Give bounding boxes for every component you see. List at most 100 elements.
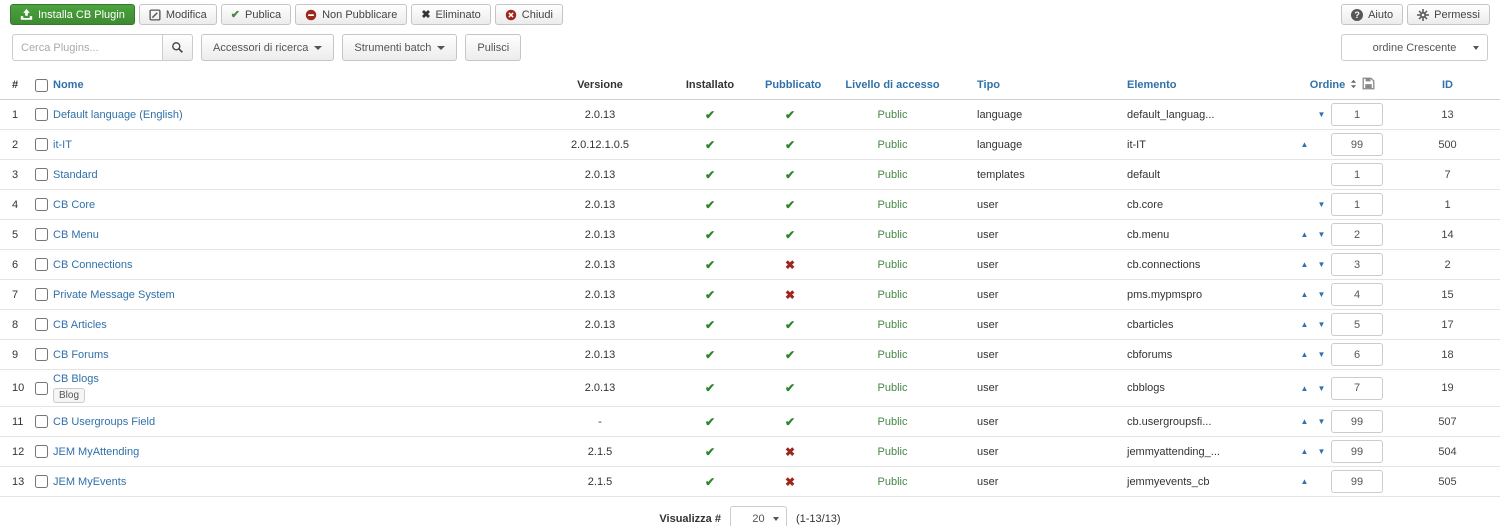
row-checkbox[interactable] [35, 381, 48, 395]
row-checkbox[interactable] [35, 318, 48, 331]
move-up-icon[interactable]: ▲ [1297, 417, 1312, 426]
published-state-icon[interactable]: ✔ [785, 168, 795, 182]
type-cell: user [965, 369, 1115, 407]
move-down-icon[interactable]: ▼ [1314, 260, 1329, 269]
order-input[interactable] [1331, 253, 1383, 276]
move-up-icon[interactable]: ▲ [1297, 350, 1312, 359]
row-checkbox-cell [30, 129, 48, 160]
trash-button[interactable]: ✖ Eliminato [411, 4, 491, 25]
published-state-icon[interactable]: ✖ [785, 258, 795, 272]
plugin-name-link[interactable]: Default language (English) [53, 109, 183, 121]
move-down-icon[interactable]: ▼ [1314, 350, 1329, 359]
plugin-name-link[interactable]: CB Forums [53, 349, 109, 361]
plugin-name-link[interactable]: JEM MyAttending [53, 446, 139, 458]
row-checkbox[interactable] [35, 475, 48, 488]
move-up-icon[interactable]: ▲ [1297, 260, 1312, 269]
permissions-button[interactable]: Permessi [1407, 4, 1490, 25]
move-up-icon[interactable]: ▲ [1297, 384, 1312, 393]
published-cell: ✔ [760, 219, 820, 250]
row-checkbox[interactable] [35, 138, 48, 151]
move-up-icon[interactable]: ▲ [1297, 477, 1312, 486]
published-state-icon[interactable]: ✔ [785, 228, 795, 242]
order-input[interactable] [1331, 376, 1383, 400]
order-input[interactable] [1331, 163, 1383, 186]
plugin-name-link[interactable]: CB Connections [53, 259, 133, 271]
move-up-icon[interactable]: ▲ [1297, 140, 1312, 149]
order-cell: ▲ ▼ [1290, 159, 1395, 190]
row-checkbox[interactable] [35, 445, 48, 458]
published-state-icon[interactable]: ✔ [785, 198, 795, 212]
published-state-icon[interactable]: ✔ [785, 138, 795, 152]
move-down-icon[interactable]: ▼ [1314, 290, 1329, 299]
order-input[interactable] [1331, 133, 1383, 156]
published-state-icon[interactable]: ✔ [785, 381, 795, 395]
search-input[interactable] [12, 34, 162, 61]
batch-tools-button[interactable]: Strumenti batch [342, 34, 458, 61]
search-button[interactable] [162, 34, 193, 61]
publish-button[interactable]: ✔ Publica [220, 4, 292, 25]
published-state-icon[interactable]: ✖ [785, 445, 795, 459]
search-tools-button[interactable]: Accessori di ricerca [201, 34, 335, 61]
move-up-icon[interactable]: ▲ [1297, 290, 1312, 299]
order-input[interactable] [1331, 440, 1383, 463]
select-all-checkbox[interactable] [35, 78, 48, 92]
close-button[interactable]: Chiudi [494, 4, 563, 25]
unpublish-button[interactable]: Non Pubblicare [295, 4, 408, 25]
plugin-name-link[interactable]: JEM MyEvents [53, 476, 126, 488]
save-order-icon[interactable] [1362, 77, 1375, 93]
help-button[interactable]: ? Aiuto [1341, 4, 1404, 25]
move-up-icon[interactable]: ▲ [1297, 230, 1312, 239]
move-down-icon[interactable]: ▼ [1314, 320, 1329, 329]
move-up-icon[interactable]: ▲ [1297, 447, 1312, 456]
published-state-icon[interactable]: ✔ [785, 108, 795, 122]
plugin-badge[interactable]: Blog [53, 388, 86, 403]
plugin-name-link[interactable]: Private Message System [53, 289, 175, 301]
installed-cell: ✔ [660, 339, 760, 370]
move-down-icon[interactable]: ▼ [1314, 230, 1329, 239]
move-down-icon[interactable]: ▼ [1314, 384, 1329, 393]
clear-button[interactable]: Pulisci [465, 34, 522, 61]
row-checkbox[interactable] [35, 288, 48, 301]
move-down-icon[interactable]: ▼ [1314, 417, 1329, 426]
row-checkbox[interactable] [35, 108, 48, 121]
plugin-name-link[interactable]: CB Articles [53, 319, 107, 331]
plugin-name-link[interactable]: CB Blogs [53, 373, 99, 385]
row-checkbox[interactable] [35, 168, 48, 181]
id-cell: 19 [1395, 369, 1500, 407]
order-input[interactable] [1331, 223, 1383, 246]
order-input[interactable] [1331, 193, 1383, 216]
published-state-icon[interactable]: ✔ [785, 318, 795, 332]
order-input[interactable] [1331, 343, 1383, 366]
plugin-name-link[interactable]: CB Menu [53, 229, 99, 241]
access-cell: Public [820, 436, 965, 467]
row-checkbox[interactable] [35, 348, 48, 361]
plugin-name-link[interactable]: it-IT [53, 139, 72, 151]
order-input[interactable] [1331, 470, 1383, 493]
published-state-icon[interactable]: ✔ [785, 348, 795, 362]
move-up-icon[interactable]: ▲ [1297, 320, 1312, 329]
row-checkbox[interactable] [35, 258, 48, 271]
order-input[interactable] [1331, 410, 1383, 433]
published-state-icon[interactable]: ✖ [785, 288, 795, 302]
order-input[interactable] [1331, 103, 1383, 126]
move-down-icon[interactable]: ▼ [1314, 200, 1329, 209]
move-down-icon[interactable]: ▼ [1314, 110, 1329, 119]
published-state-icon[interactable]: ✖ [785, 475, 795, 489]
move-down-icon[interactable]: ▼ [1314, 447, 1329, 456]
edit-button[interactable]: Modifica [138, 4, 217, 25]
published-state-icon[interactable]: ✔ [785, 415, 795, 429]
row-checkbox[interactable] [35, 415, 48, 428]
order-direction-select[interactable]: ordine Crescente [1341, 34, 1488, 61]
row-checkbox[interactable] [35, 228, 48, 241]
plugin-name-link[interactable]: CB Usergroups Field [53, 416, 155, 428]
top-toolbar: Installa CB Plugin Modifica ✔ Publica No… [0, 0, 1500, 25]
install-cb-plugin-button[interactable]: Installa CB Plugin [10, 4, 135, 25]
plugin-name-link[interactable]: CB Core [53, 199, 95, 211]
order-input[interactable] [1331, 313, 1383, 336]
order-input[interactable] [1331, 283, 1383, 306]
page-size-select[interactable]: 20 [729, 506, 787, 526]
installed-cell: ✔ [660, 189, 760, 220]
sort-icon[interactable] [1349, 78, 1358, 93]
row-checkbox[interactable] [35, 198, 48, 211]
plugin-name-link[interactable]: Standard [53, 169, 98, 181]
